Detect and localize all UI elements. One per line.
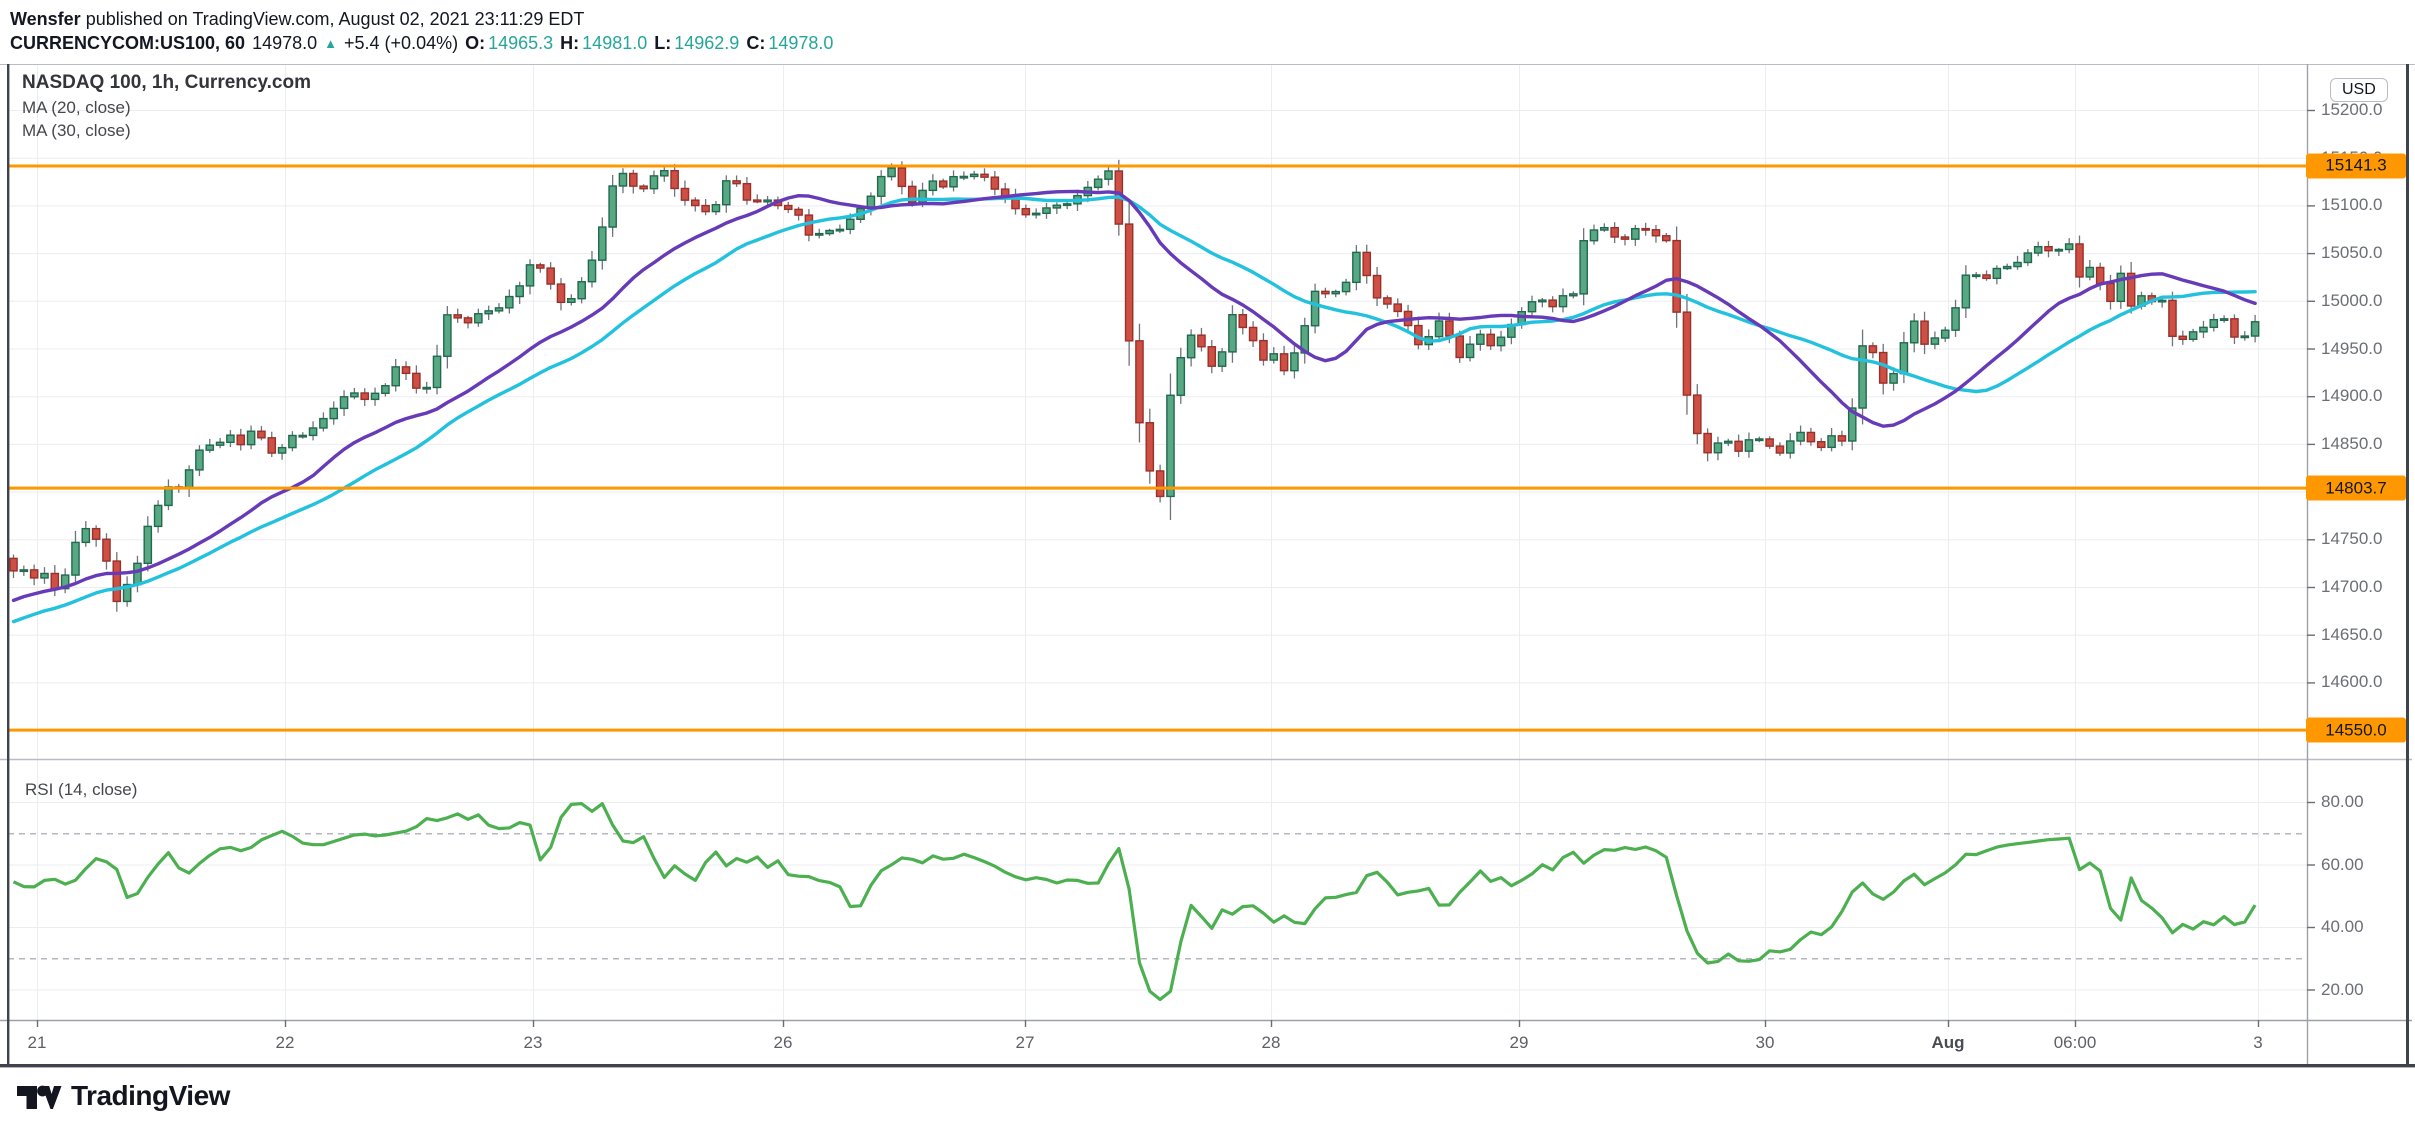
rsi-line <box>14 804 2256 1000</box>
low-value: 14962.9 <box>674 31 739 56</box>
price-axis-label: 14650.0 <box>2321 625 2382 645</box>
chart-canvas[interactable] <box>0 0 2415 1127</box>
price-change: +5.4 (+0.04%) <box>344 31 458 56</box>
time-axis-label: 30 <box>1756 1033 1775 1053</box>
time-axis-label: 29 <box>1510 1033 1529 1053</box>
price-level-badge: 15141.3 <box>2306 153 2406 178</box>
price-axis-label: 14950.0 <box>2321 339 2382 359</box>
rsi-axis-label: 80.00 <box>2321 792 2364 812</box>
time-axis-label: 3 <box>2253 1033 2262 1053</box>
tradingview-branding[interactable]: TradingView <box>16 1080 230 1112</box>
rsi-legend-label[interactable]: RSI (14, close) <box>25 780 137 800</box>
time-axis-label: 27 <box>1016 1033 1035 1053</box>
time-axis-label: 23 <box>524 1033 543 1053</box>
price-axis-label: 15100.0 <box>2321 195 2382 215</box>
time-axis-label: Aug <box>1931 1033 1964 1053</box>
gridlines <box>8 65 2307 1020</box>
rsi-axis-label: 60.00 <box>2321 855 2364 875</box>
price-axis-label: 14750.0 <box>2321 529 2382 549</box>
currency-unit-button[interactable]: USD <box>2330 78 2388 102</box>
open-group: O:14965.3 <box>465 31 553 56</box>
high-value: 14981.0 <box>582 31 647 56</box>
high-group: H:14981.0 <box>560 31 647 56</box>
candlestick-series <box>10 160 2259 612</box>
publish-line: Wensfer published on TradingView.com, Au… <box>10 7 833 31</box>
price-axis-label: 15050.0 <box>2321 243 2382 263</box>
price-level-badge: 14803.7 <box>2306 476 2406 501</box>
time-axis-label: 06:00 <box>2054 1033 2097 1053</box>
last-price: 14978.0 <box>252 31 317 56</box>
ma30-legend-label[interactable]: MA (30, close) <box>22 119 311 142</box>
tradingview-snapshot: Wensfer published on TradingView.com, Au… <box>0 0 2415 1127</box>
rsi-axis-label: 40.00 <box>2321 917 2364 937</box>
symbol-name: CURRENCYCOM:US100, 60 <box>10 31 245 56</box>
ma30-line <box>14 197 2256 622</box>
chart-legend: NASDAQ 100, 1h, Currency.com MA (20, clo… <box>22 70 311 142</box>
publish-text: published on TradingView.com, August 02,… <box>81 9 585 29</box>
moving-averages <box>14 192 2256 622</box>
low-group: L:14962.9 <box>654 31 739 56</box>
price-axis-label: 14600.0 <box>2321 672 2382 692</box>
price-axis-label: 14850.0 <box>2321 434 2382 454</box>
snapshot-header: Wensfer published on TradingView.com, Au… <box>10 7 833 57</box>
up-arrow-icon: ▲ <box>324 31 337 56</box>
time-axis-label: 28 <box>1262 1033 1281 1053</box>
price-axis-label: 14900.0 <box>2321 386 2382 406</box>
price-axis-label: 15200.0 <box>2321 100 2382 120</box>
ma20-line <box>14 192 2256 601</box>
time-axis-label: 26 <box>774 1033 793 1053</box>
author-name: Wensfer <box>10 9 81 29</box>
rsi-axis-label: 20.00 <box>2321 980 2364 1000</box>
price-level-badge: 14550.0 <box>2306 718 2406 743</box>
tradingview-logo-icon <box>16 1080 62 1112</box>
close-group: C:14978.0 <box>746 31 833 56</box>
symbol-line: CURRENCYCOM:US100, 60 14978.0 ▲ +5.4 (+0… <box>10 31 833 57</box>
tradingview-wordmark: TradingView <box>71 1080 230 1112</box>
close-value: 14978.0 <box>768 31 833 56</box>
ma20-legend-label[interactable]: MA (20, close) <box>22 96 311 119</box>
time-axis-label: 21 <box>28 1033 47 1053</box>
horizontal-level-lines[interactable] <box>8 166 2307 730</box>
open-value: 14965.3 <box>488 31 553 56</box>
price-axis-label: 15000.0 <box>2321 291 2382 311</box>
time-axis-label: 22 <box>276 1033 295 1053</box>
chart-frame <box>0 64 2415 1067</box>
chart-title[interactable]: NASDAQ 100, 1h, Currency.com <box>22 70 311 96</box>
price-axis-label: 14700.0 <box>2321 577 2382 597</box>
